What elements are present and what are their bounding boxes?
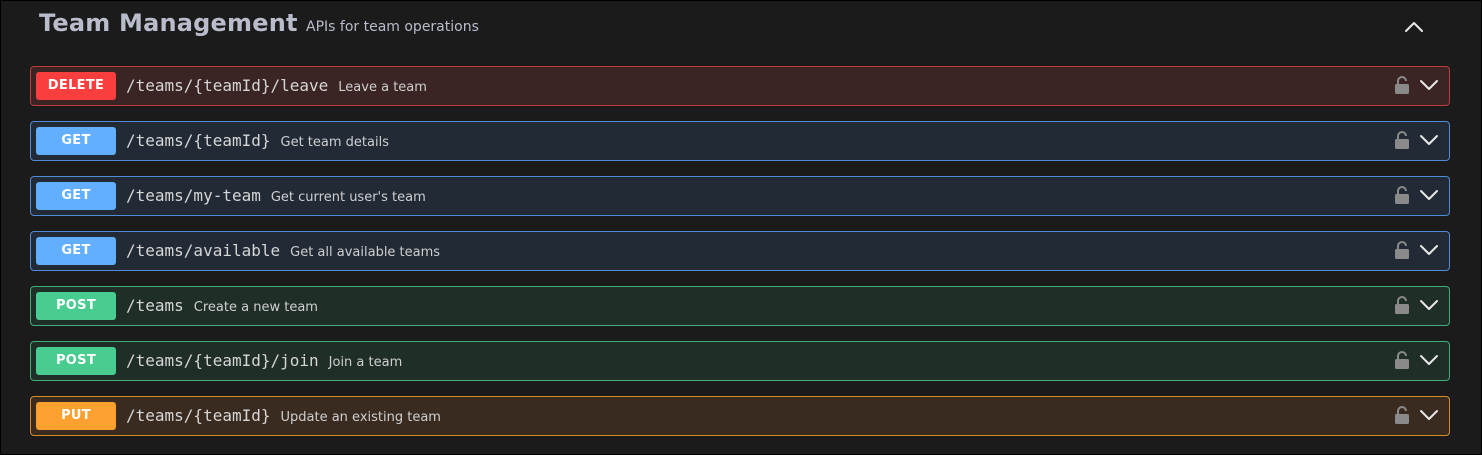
- operation-summary: Leave a team: [338, 80, 427, 95]
- collapse-tag-button[interactable]: [1399, 13, 1429, 41]
- lock-icon[interactable]: [1395, 130, 1409, 150]
- operation-path-wrap: /teams/{teamId}/join Join a team: [126, 351, 402, 370]
- method-badge: GET: [36, 182, 116, 210]
- operation-summary: Join a team: [328, 355, 403, 370]
- operation-path-wrap: /teams/{teamId}/leave Leave a team: [126, 76, 427, 95]
- operation-path-wrap: /teams/my-team Get current user's team: [126, 186, 426, 205]
- operation-row[interactable]: GET /teams/available Get all available te…: [30, 231, 1450, 271]
- operation-path-wrap: /teams/available Get all available teams: [126, 241, 440, 260]
- operation-summary: Get current user's team: [270, 190, 426, 205]
- operation-path-wrap: /teams/{teamId} Update an existing team: [126, 406, 441, 425]
- lock-icon[interactable]: [1395, 185, 1409, 205]
- operation-path: /teams/available: [126, 241, 281, 260]
- operation-path: /teams/my-team: [126, 186, 261, 205]
- tag-description: APIs for team operations: [306, 19, 479, 35]
- operation-path-wrap: /teams/{teamId} Get team details: [126, 131, 389, 150]
- operation-path: /teams/{teamId}/leave: [126, 76, 329, 95]
- operation-row[interactable]: PUT /teams/{teamId} Update an existing te…: [30, 396, 1450, 436]
- swagger-tag-section: Team Management APIs for team operations…: [0, 0, 1482, 455]
- chevron-down-icon[interactable]: [1419, 242, 1439, 256]
- chevron-down-icon[interactable]: [1419, 407, 1439, 421]
- operation-row[interactable]: POST /teams Create a new team: [30, 286, 1450, 326]
- chevron-down-icon[interactable]: [1419, 352, 1439, 366]
- tag-header[interactable]: Team Management APIs for team operations: [1, 1, 1481, 53]
- chevron-down-icon[interactable]: [1419, 132, 1439, 146]
- chevron-down-icon[interactable]: [1419, 77, 1439, 91]
- chevron-down-icon[interactable]: [1419, 187, 1439, 201]
- method-badge: POST: [36, 347, 116, 375]
- operation-summary: Get team details: [280, 135, 389, 150]
- lock-icon[interactable]: [1395, 350, 1409, 370]
- method-badge: GET: [36, 237, 116, 265]
- operation-row[interactable]: GET /teams/{teamId} Get team details: [30, 121, 1450, 161]
- tag-title[interactable]: Team Management: [39, 9, 298, 37]
- operation-path: /teams: [126, 296, 184, 315]
- lock-icon[interactable]: [1395, 295, 1409, 315]
- method-badge: GET: [36, 127, 116, 155]
- chevron-up-icon: [1399, 13, 1429, 41]
- operation-path: /teams/{teamId}: [126, 131, 271, 150]
- operation-summary: Update an existing team: [280, 410, 441, 425]
- lock-icon[interactable]: [1395, 405, 1409, 425]
- operation-path-wrap: /teams Create a new team: [126, 296, 318, 315]
- chevron-down-icon[interactable]: [1419, 297, 1439, 311]
- operations-list: DELETE /teams/{teamId}/leave Leave a team…: [30, 66, 1450, 451]
- operation-row[interactable]: POST /teams/{teamId}/join Join a team: [30, 341, 1450, 381]
- method-badge: POST: [36, 292, 116, 320]
- lock-icon[interactable]: [1395, 240, 1409, 260]
- method-badge: PUT: [36, 402, 116, 430]
- operation-path: /teams/{teamId}/join: [126, 351, 319, 370]
- lock-icon[interactable]: [1395, 75, 1409, 95]
- operation-row[interactable]: GET /teams/my-team Get current user's tea…: [30, 176, 1450, 216]
- operation-summary: Create a new team: [193, 300, 318, 315]
- operation-row[interactable]: DELETE /teams/{teamId}/leave Leave a team: [30, 66, 1450, 106]
- operation-path: /teams/{teamId}: [126, 406, 271, 425]
- method-badge: DELETE: [36, 72, 116, 100]
- operation-summary: Get all available teams: [290, 245, 441, 260]
